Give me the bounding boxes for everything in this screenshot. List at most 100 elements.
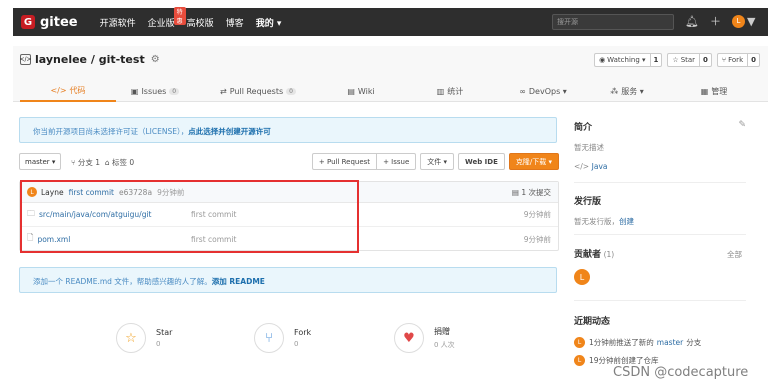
- tab-stats[interactable]: ▥ 统计: [400, 80, 500, 102]
- pull-request-button[interactable]: + Pull Request: [311, 153, 378, 170]
- tab-pull-requests-count: 0: [286, 87, 296, 95]
- activity-text: 1分钟前推送了新的: [589, 338, 654, 347]
- activity-avatar[interactable]: L: [574, 355, 585, 366]
- language-link[interactable]: Java: [592, 162, 608, 171]
- commit-author-avatar[interactable]: L: [27, 187, 37, 197]
- stat-donate-label: 捐赠: [434, 327, 450, 336]
- user-avatar[interactable]: L: [731, 14, 745, 28]
- divider: [574, 300, 746, 301]
- contributors-count: (1): [603, 250, 615, 259]
- search-input[interactable]: 搜开源: [552, 14, 674, 30]
- stat-fork-label: Fork: [294, 328, 312, 337]
- commit-message[interactable]: first commit: [69, 188, 114, 197]
- tab-code[interactable]: </> 代码: [20, 80, 116, 102]
- manage-icon: ▦: [700, 86, 709, 96]
- contributors-section: 贡献者 (1) 全部 L: [574, 247, 746, 285]
- license-notice-text: 你当前开源项目尚未选择许可证（LICENSE），: [33, 127, 189, 136]
- repo-owner-link[interactable]: laynelee: [35, 53, 87, 66]
- tab-pull-requests[interactable]: ⇄ Pull Requests 0: [194, 80, 322, 102]
- fork-button[interactable]: ⑂ Fork 0: [716, 53, 760, 67]
- activity-section: 近期动态 L 1分钟前推送了新的 master 分支 L 19分钟前创建了仓库: [574, 314, 746, 366]
- file-menu-button[interactable]: 文件 ▾: [420, 153, 455, 170]
- table-row[interactable]: 🗀︎ src/main/java/com/atguigu/git first c…: [20, 203, 558, 227]
- star-text: Star: [680, 56, 696, 64]
- tab-devops[interactable]: ∞ DevOps ▾: [500, 80, 586, 102]
- activity-suffix: 分支: [686, 338, 702, 347]
- repo-toolbar: master ▾ ⑂ 分支 1 ⌂ 标签 0 + Pull Request + …: [19, 153, 559, 171]
- nav-link-education[interactable]: 高校版: [187, 16, 214, 29]
- nav-links: 开源软件 企业版 特惠 高校版 博客 我的 ▾: [100, 6, 294, 29]
- repo-settings-icon[interactable]: ⚙: [151, 54, 160, 65]
- wiki-icon: ▤: [347, 86, 355, 96]
- plus-icon[interactable]: ＋: [710, 13, 721, 29]
- star-count[interactable]: 0: [700, 56, 711, 64]
- fork-count[interactable]: 0: [748, 56, 759, 64]
- license-notice: 你当前开源项目尚未选择许可证（LICENSE），点此选择并创建开源许可: [19, 117, 557, 143]
- top-nav: G gitee 开源软件 企业版 特惠 高校版 博客 我的 ▾ 搜开源 🔔︎ ＋…: [13, 6, 768, 36]
- tab-issues[interactable]: ▣ Issues 0: [116, 80, 194, 102]
- star-button[interactable]: ☆ Star 0: [667, 53, 712, 67]
- code-icon: </>: [50, 85, 67, 95]
- nav-link-mine[interactable]: 我的 ▾: [256, 16, 282, 29]
- watching-count[interactable]: 1: [651, 56, 662, 64]
- intro-title: 简介: [574, 123, 593, 133]
- donate-icon: ♥: [394, 323, 424, 353]
- nav-link-enterprise[interactable]: 企业版 特惠: [147, 6, 186, 29]
- release-info: 暂无发行版，创建: [574, 216, 746, 227]
- new-issue-button[interactable]: + Issue: [377, 153, 417, 170]
- gitee-logo[interactable]: G gitee: [21, 15, 78, 30]
- star-label: ☆ Star: [668, 54, 701, 66]
- file-time: 9分钟前: [523, 234, 551, 244]
- commit-hash[interactable]: e63728a: [119, 188, 152, 197]
- promo-badge: 特惠: [173, 6, 186, 25]
- commit-count-text: 1 次提交: [521, 187, 551, 197]
- add-readme-link[interactable]: 添加 README: [212, 277, 265, 286]
- edit-icon[interactable]: ✎: [738, 120, 746, 130]
- repo-tabs: </> 代码 ▣ Issues 0 ⇄ Pull Requests 0 ▤ Wiki ▥ 统计…: [20, 80, 760, 102]
- latest-commit-row: L Layne first commit e63728a 9分钟前 ▤ 1 次提…: [20, 182, 558, 203]
- commit-author[interactable]: Layne: [41, 188, 64, 197]
- activity-avatar[interactable]: L: [574, 337, 585, 348]
- chart-icon: ▥: [436, 86, 445, 96]
- commit-count-link[interactable]: ▤ 1 次提交: [512, 187, 551, 198]
- file-icon: 🗋︎: [27, 233, 34, 242]
- repo-name-link[interactable]: git-test: [99, 53, 145, 66]
- webide-button[interactable]: Web IDE: [458, 153, 505, 170]
- file-name[interactable]: pom.xml: [37, 235, 197, 244]
- chevron-down-icon[interactable]: ▼: [747, 15, 755, 28]
- stat-star[interactable]: ☆ Star 0: [116, 323, 172, 353]
- notification-bell-icon[interactable]: 🔔︎: [685, 15, 699, 28]
- repo-path-separator: /: [87, 53, 99, 66]
- tab-wiki[interactable]: ▤ Wiki: [322, 80, 400, 102]
- nav-link-enterprise-label: 企业版: [147, 18, 175, 29]
- repo-icon: </>: [19, 54, 32, 65]
- clone-download-button[interactable]: 克隆/下载 ▾: [508, 153, 559, 170]
- watching-button[interactable]: ◉ Watching ▾ 1: [594, 53, 663, 67]
- activity-branch-link[interactable]: master: [657, 338, 683, 347]
- infinity-icon: ∞: [519, 86, 526, 96]
- branch-count-link[interactable]: 分支 1: [78, 158, 100, 167]
- branch-info: ⑂ 分支 1 ⌂ 标签 0: [71, 157, 134, 168]
- stat-donate[interactable]: ♥ 捐赠 0 人次: [394, 323, 455, 353]
- nav-link-opensource[interactable]: 开源软件: [100, 16, 136, 29]
- table-row[interactable]: 🗋︎ pom.xml first commit 9分钟前: [20, 227, 558, 251]
- contributor-avatar[interactable]: L: [574, 269, 590, 285]
- toolbar-actions: + Pull Request + Issue 文件 ▾ Web IDE 克隆/下…: [308, 153, 559, 170]
- tab-manage[interactable]: ▦ 管理: [668, 80, 760, 102]
- file-commit-message[interactable]: first commit: [191, 210, 236, 219]
- language-tag[interactable]: </> Java: [574, 162, 746, 171]
- stat-fork[interactable]: ⑂ Fork 0: [254, 323, 311, 353]
- create-license-link[interactable]: 点此选择并创建开源许可: [188, 127, 271, 136]
- tag-count-link[interactable]: 标签 0: [112, 158, 134, 167]
- file-commit-message[interactable]: first commit: [191, 235, 236, 244]
- repo-stats: ☆ Star 0 ⑂ Fork 0 ♥ 捐赠 0 人次: [19, 318, 559, 368]
- contributors-all-link[interactable]: 全部: [727, 249, 742, 260]
- branch-select[interactable]: master ▾: [19, 153, 62, 170]
- tab-services[interactable]: ⁂ 服务 ▾: [586, 80, 668, 102]
- file-name[interactable]: src/main/java/com/atguigu/git: [39, 210, 199, 219]
- nav-link-blog[interactable]: 博客: [226, 16, 244, 29]
- create-release-link[interactable]: 创建: [619, 217, 634, 226]
- tab-wiki-label: Wiki: [357, 86, 375, 96]
- tab-issues-label: Issues: [141, 86, 167, 96]
- stat-star-label: Star: [156, 328, 173, 337]
